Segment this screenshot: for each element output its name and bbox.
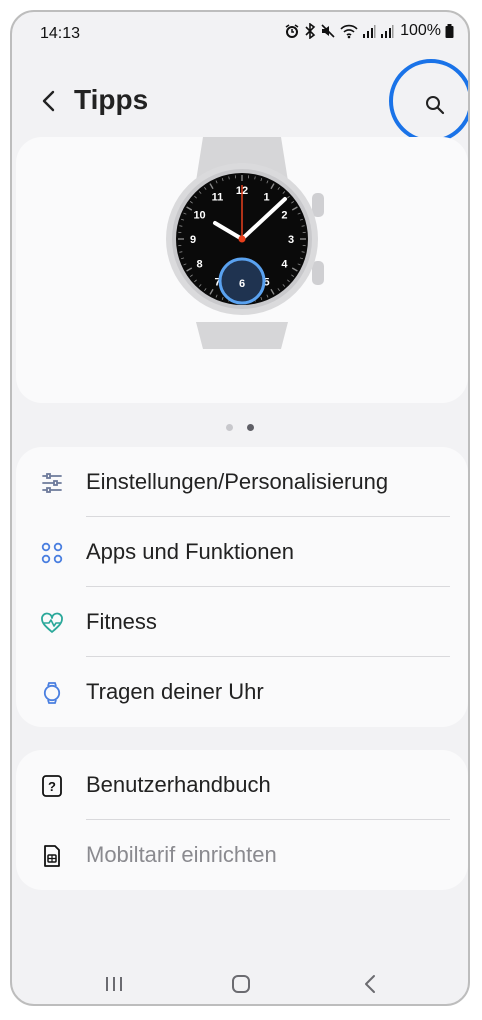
list-item-label: Tragen deiner Uhr [86,679,264,704]
wifi-icon [340,24,358,39]
home-icon [232,975,250,993]
chevron-left-icon [42,90,55,112]
list-item-label: Mobiltarif einrichten [86,842,277,867]
search-button[interactable] [389,59,468,143]
list-item-fitness[interactable]: Fitness [16,587,468,657]
pager-dot-2-active[interactable] [247,424,255,431]
app-header: Tipps [12,59,468,143]
back-icon [365,975,375,993]
help-book-icon: ? [42,775,62,797]
dial-number-4: 4 [281,259,288,271]
battery-percent: 100% [400,22,441,39]
status-time: 14:13 [40,25,81,42]
list-item-label: Fitness [86,609,157,634]
list-item-settings[interactable]: Einstellungen/Personalisierung [16,447,468,517]
list-item-apps[interactable]: Apps und Funktionen [16,517,468,587]
list-item-wearing[interactable]: Tragen deiner Uhr [16,657,468,727]
apps-grid-icon [41,542,63,564]
search-icon [426,96,445,115]
phone-frame: 14:13 100% Tipps 1 2 3 4 5 7 8 9 10 11 6… [10,10,470,1006]
sim-card-icon [44,845,60,867]
dial-number-2: 2 [281,210,287,222]
system-nav-bar [12,962,468,1004]
dial-number-10: 10 [193,210,205,222]
page-title: Tipps [74,84,149,115]
support-list: ? Benutzerhandbuch Mobiltarif einrichten [16,750,468,890]
list-item-user-manual[interactable]: ? Benutzerhandbuch [16,750,468,820]
list-item-label: Apps und Funktionen [86,539,294,564]
heart-pulse-icon [41,612,63,633]
bluetooth-icon [305,23,316,39]
list-item-label: Einstellungen/Personalisierung [86,469,389,494]
back-button[interactable] [34,86,64,116]
signal-icon [363,25,376,38]
list-item-label: Benutzerhandbuch [86,772,271,797]
dial-number-11: 11 [212,192,224,204]
home-button[interactable] [221,972,261,996]
status-icons: 100% [284,22,454,40]
carousel-pager [12,418,468,431]
dial-number-1: 1 [263,192,269,204]
battery-icon [445,24,454,38]
alarm-icon [285,24,299,38]
tips-categories-list: Einstellungen/Personalisierung Apps und … [16,447,468,727]
dial-number-3: 3 [288,234,294,246]
signal-icon [381,25,394,38]
recents-button[interactable] [94,972,134,996]
dial-number-8: 8 [197,259,203,271]
mute-icon [321,24,335,38]
recents-icon [106,977,122,991]
pager-dot-1[interactable] [225,424,233,431]
back-nav-button[interactable] [350,972,390,996]
watch-icon [43,682,61,704]
sliders-icon [42,473,62,493]
dial-number-6-highlighted: 6 [239,278,245,290]
dial-number-9: 9 [190,234,196,246]
list-item-mobile-plan[interactable]: Mobiltarif einrichten [16,820,468,890]
svg-text:?: ? [48,779,56,794]
status-bar: 14:13 100% [12,12,468,56]
tips-carousel[interactable]: 12123457891011 6 [16,137,468,403]
watch-illustration: 12123457891011 6 [166,137,324,349]
